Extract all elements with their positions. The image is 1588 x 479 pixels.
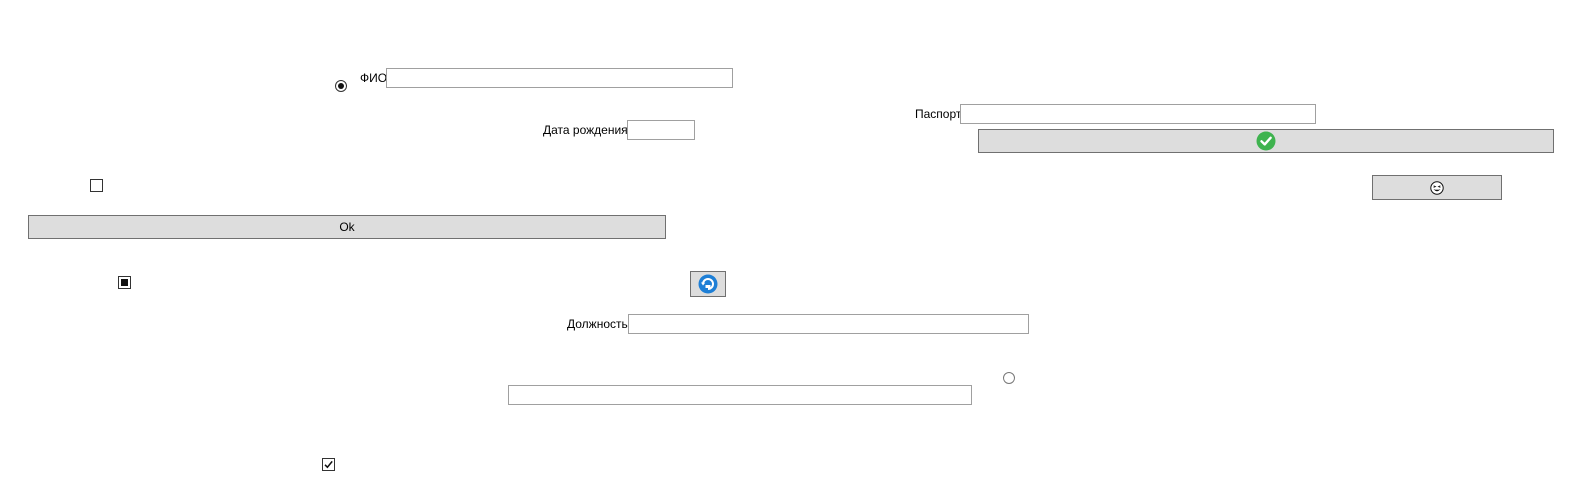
fio-label: ФИО [360, 71, 388, 85]
checkmark-icon [324, 460, 333, 469]
position-input[interactable] [628, 314, 1029, 334]
blue-refresh-circle-icon [698, 274, 718, 294]
grinning-squint-face-icon [1430, 180, 1444, 195]
green-check-circle-icon [1256, 131, 1276, 151]
position-label: Должность [567, 317, 628, 331]
fio-radio[interactable] [335, 80, 347, 92]
passport-label: Паспорт [915, 107, 962, 121]
ok-button[interactable]: Ok [28, 215, 666, 239]
dob-label: Дата рождения [543, 123, 628, 137]
face-button[interactable] [1372, 175, 1502, 200]
checkbox-top[interactable] [90, 179, 103, 192]
confirm-button[interactable] [978, 129, 1554, 153]
checkbox-bottom[interactable] [322, 458, 335, 471]
dob-input[interactable] [627, 120, 695, 140]
passport-input[interactable] [960, 104, 1316, 124]
checkbox-middle[interactable] [118, 276, 131, 289]
fio-input[interactable] [386, 68, 733, 88]
ok-button-label: Ok [339, 220, 355, 234]
lower-radio[interactable] [1003, 372, 1015, 384]
refresh-button[interactable] [690, 271, 726, 297]
emoji-text-input[interactable] [508, 385, 972, 405]
